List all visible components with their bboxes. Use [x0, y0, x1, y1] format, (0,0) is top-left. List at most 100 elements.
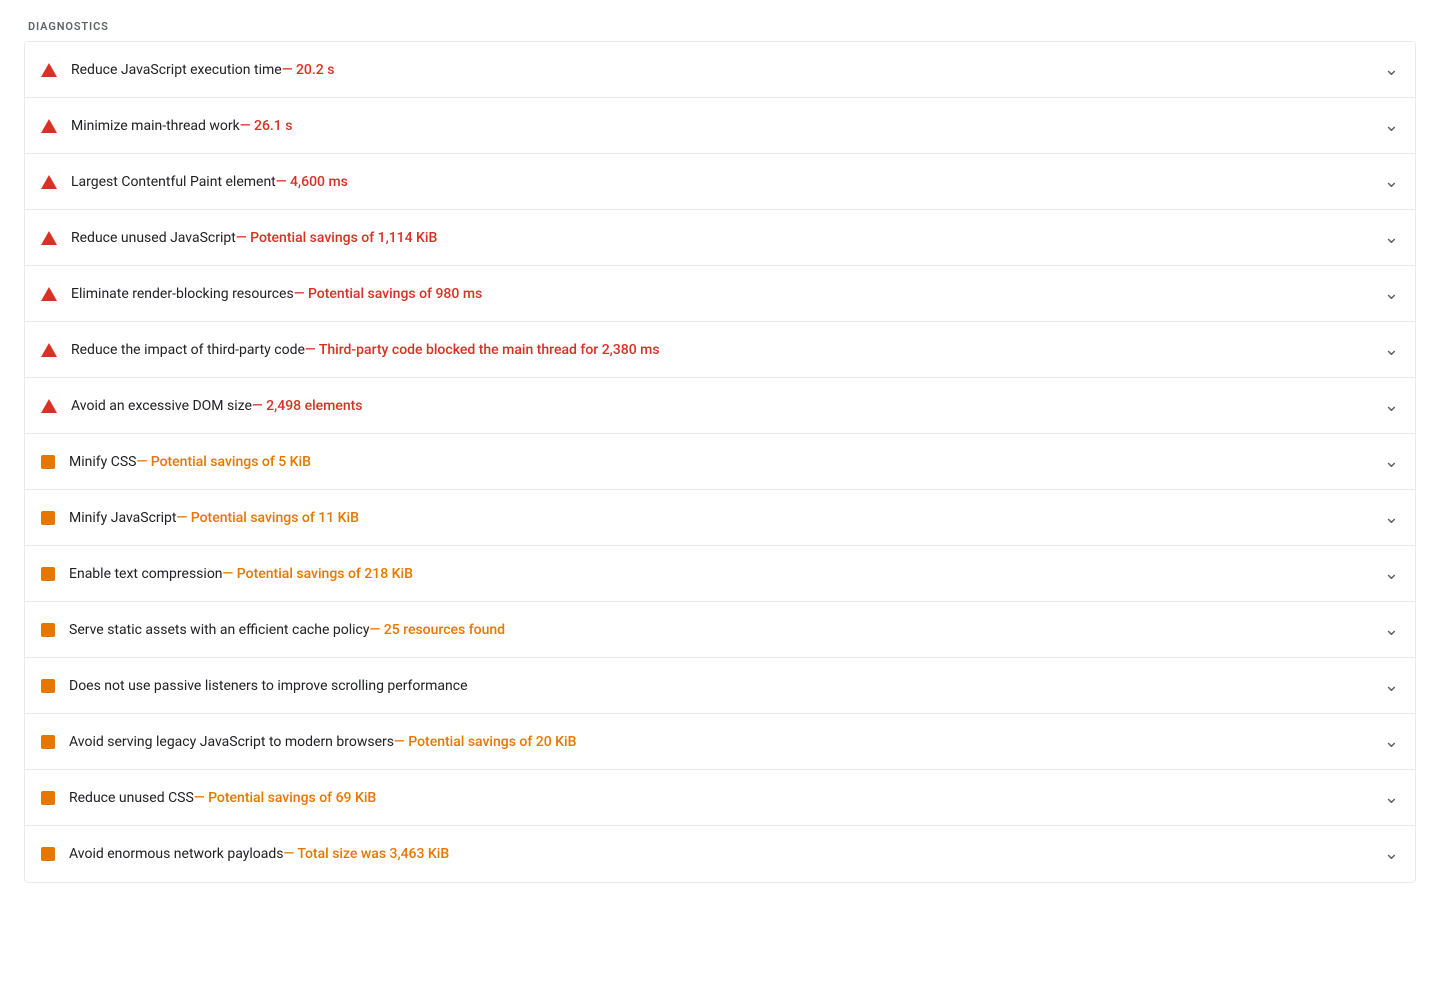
audit-text-row: Minify JavaScript — Potential savings of…	[69, 510, 359, 526]
chevron-down-icon[interactable]: ⌄	[1384, 341, 1399, 359]
square-icon	[41, 735, 55, 749]
audit-text-row: Reduce JavaScript execution time — 20.2 …	[71, 62, 334, 78]
chevron-down-icon[interactable]: ⌄	[1384, 677, 1399, 695]
audit-detail: — Potential savings of 5 KiB	[136, 454, 310, 470]
audit-label: Avoid an excessive DOM size	[71, 398, 252, 414]
audit-item[interactable]: Enable text compression — Potential savi…	[25, 546, 1415, 602]
audit-detail: — 26.1 s	[240, 118, 293, 134]
audit-label: Enable text compression	[69, 566, 223, 582]
audit-label: Reduce JavaScript execution time	[71, 62, 282, 78]
audit-text-row: Reduce unused JavaScript — Potential sav…	[71, 230, 437, 246]
audit-item[interactable]: Reduce unused JavaScript — Potential sav…	[25, 210, 1415, 266]
audit-detail: — Potential savings of 69 KiB	[194, 790, 376, 806]
audit-text-row: Eliminate render-blocking resources — Po…	[71, 286, 482, 302]
audit-label: Minify CSS	[69, 454, 136, 470]
audit-label: Does not use passive listeners to improv…	[69, 678, 468, 694]
audit-item[interactable]: Serve static assets with an efficient ca…	[25, 602, 1415, 658]
audit-text-row: Serve static assets with an efficient ca…	[69, 622, 505, 638]
audit-item[interactable]: Does not use passive listeners to improv…	[25, 658, 1415, 714]
triangle-icon	[41, 174, 57, 190]
audit-item[interactable]: Reduce JavaScript execution time — 20.2 …	[25, 42, 1415, 98]
triangle-icon	[41, 230, 57, 246]
audit-detail: — Total size was 3,463 KiB	[283, 846, 449, 862]
audit-item-left: Avoid enormous network payloads — Total …	[41, 846, 1368, 862]
audit-text-row: Minimize main-thread work — 26.1 s	[71, 118, 292, 134]
audit-text-row: Reduce unused CSS — Potential savings of…	[69, 790, 376, 806]
audit-item[interactable]: Avoid serving legacy JavaScript to moder…	[25, 714, 1415, 770]
audit-item-left: Minify CSS — Potential savings of 5 KiB	[41, 454, 1368, 470]
audit-label: Reduce unused JavaScript	[71, 230, 236, 246]
chevron-down-icon[interactable]: ⌄	[1384, 733, 1399, 751]
square-icon	[41, 679, 55, 693]
chevron-down-icon[interactable]: ⌄	[1384, 397, 1399, 415]
chevron-down-icon[interactable]: ⌄	[1384, 61, 1399, 79]
audit-list: Reduce JavaScript execution time — 20.2 …	[24, 41, 1416, 883]
audit-text-row: Avoid an excessive DOM size — 2,498 elem…	[71, 398, 363, 414]
triangle-icon	[41, 118, 57, 134]
audit-item-left: Reduce unused CSS — Potential savings of…	[41, 790, 1368, 806]
audit-detail: — Potential savings of 980 ms	[294, 286, 483, 302]
audit-text-row: Reduce the impact of third-party code — …	[71, 342, 660, 358]
audit-item-left: Largest Contentful Paint element — 4,600…	[41, 174, 1368, 190]
chevron-down-icon[interactable]: ⌄	[1384, 229, 1399, 247]
audit-item[interactable]: Minimize main-thread work — 26.1 s ⌄	[25, 98, 1415, 154]
audit-item[interactable]: Avoid an excessive DOM size — 2,498 elem…	[25, 378, 1415, 434]
chevron-down-icon[interactable]: ⌄	[1384, 621, 1399, 639]
chevron-down-icon[interactable]: ⌄	[1384, 285, 1399, 303]
audit-text-row: Avoid enormous network payloads — Total …	[69, 846, 449, 862]
audit-item-left: Serve static assets with an efficient ca…	[41, 622, 1368, 638]
audit-item-left: Avoid serving legacy JavaScript to moder…	[41, 734, 1368, 750]
chevron-down-icon[interactable]: ⌄	[1384, 117, 1399, 135]
audit-text-row: Does not use passive listeners to improv…	[69, 678, 468, 694]
audit-item-left: Eliminate render-blocking resources — Po…	[41, 286, 1368, 302]
diagnostics-section: DIAGNOSTICS Reduce JavaScript execution …	[0, 0, 1440, 903]
triangle-icon	[41, 398, 57, 414]
triangle-icon	[41, 342, 57, 358]
audit-label: Reduce unused CSS	[69, 790, 194, 806]
audit-item[interactable]: Reduce the impact of third-party code — …	[25, 322, 1415, 378]
audit-detail: — Potential savings of 11 KiB	[177, 510, 359, 526]
audit-item-left: Reduce the impact of third-party code — …	[41, 342, 1368, 358]
chevron-down-icon[interactable]: ⌄	[1384, 453, 1399, 471]
square-icon	[41, 455, 55, 469]
audit-item-left: Does not use passive listeners to improv…	[41, 678, 1368, 694]
square-icon	[41, 847, 55, 861]
audit-item[interactable]: Avoid enormous network payloads — Total …	[25, 826, 1415, 882]
audit-text-row: Avoid serving legacy JavaScript to moder…	[69, 734, 576, 750]
audit-text-row: Largest Contentful Paint element — 4,600…	[71, 174, 348, 190]
audit-item[interactable]: Minify CSS — Potential savings of 5 KiB ⌄	[25, 434, 1415, 490]
chevron-down-icon[interactable]: ⌄	[1384, 173, 1399, 191]
audit-label: Reduce the impact of third-party code	[71, 342, 305, 358]
audit-detail: — Third-party code blocked the main thre…	[305, 342, 660, 358]
audit-item[interactable]: Reduce unused CSS — Potential savings of…	[25, 770, 1415, 826]
audit-item-left: Reduce JavaScript execution time — 20.2 …	[41, 62, 1368, 78]
audit-label: Minimize main-thread work	[71, 118, 240, 134]
audit-detail: — 2,498 elements	[252, 398, 363, 414]
audit-detail: — 20.2 s	[282, 62, 335, 78]
audit-item-left: Reduce unused JavaScript — Potential sav…	[41, 230, 1368, 246]
audit-label: Avoid serving legacy JavaScript to moder…	[69, 734, 394, 750]
audit-item-left: Avoid an excessive DOM size — 2,498 elem…	[41, 398, 1368, 414]
audit-detail: — 25 resources found	[369, 622, 505, 638]
audit-text-row: Minify CSS — Potential savings of 5 KiB	[69, 454, 311, 470]
audit-item-left: Minimize main-thread work — 26.1 s	[41, 118, 1368, 134]
audit-label: Avoid enormous network payloads	[69, 846, 283, 862]
chevron-down-icon[interactable]: ⌄	[1384, 509, 1399, 527]
triangle-icon	[41, 286, 57, 302]
audit-detail: — Potential savings of 218 KiB	[223, 566, 413, 582]
audit-text-row: Enable text compression — Potential savi…	[69, 566, 413, 582]
triangle-icon	[41, 62, 57, 78]
audit-label: Eliminate render-blocking resources	[71, 286, 294, 302]
audit-label: Serve static assets with an efficient ca…	[69, 622, 369, 638]
audit-label: Largest Contentful Paint element	[71, 174, 276, 190]
square-icon	[41, 511, 55, 525]
audit-item[interactable]: Largest Contentful Paint element — 4,600…	[25, 154, 1415, 210]
audit-item[interactable]: Eliminate render-blocking resources — Po…	[25, 266, 1415, 322]
section-title: DIAGNOSTICS	[24, 20, 1416, 33]
chevron-down-icon[interactable]: ⌄	[1384, 565, 1399, 583]
audit-item[interactable]: Minify JavaScript — Potential savings of…	[25, 490, 1415, 546]
chevron-down-icon[interactable]: ⌄	[1384, 845, 1399, 863]
audit-label: Minify JavaScript	[69, 510, 177, 526]
square-icon	[41, 567, 55, 581]
chevron-down-icon[interactable]: ⌄	[1384, 789, 1399, 807]
